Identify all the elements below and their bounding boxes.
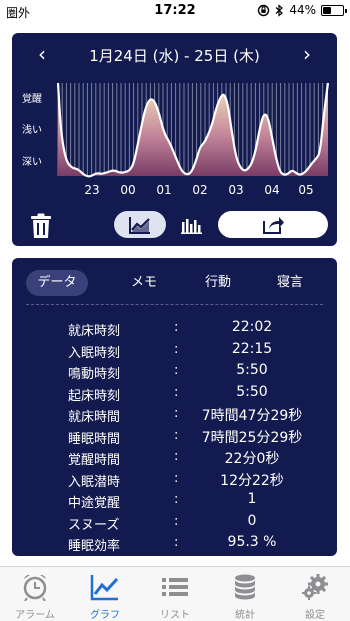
date-range-title: 1月24日 (水) - 25日 (木) xyxy=(89,47,260,65)
alarm-clock-icon xyxy=(23,574,47,601)
tabbar-settings-label: 設定 xyxy=(305,610,325,621)
bar-chart-button[interactable] xyxy=(172,211,212,238)
stat-label: 入眠潜時 xyxy=(68,474,121,490)
bluetooth-icon xyxy=(275,3,284,17)
stat-value: 12分22秒 xyxy=(220,472,284,489)
x-label-04: 04 xyxy=(264,183,280,197)
stat-label: 睡眠効率 xyxy=(68,539,121,554)
tabbar-list-label: リスト xyxy=(160,610,190,621)
stat-label: 中途覚醒 xyxy=(68,496,121,511)
line-chart-icon xyxy=(129,216,150,234)
stat-value: 7時間47分29秒 xyxy=(201,408,303,424)
stat-value: 0 xyxy=(247,512,257,529)
stat-label: 就床時刻 xyxy=(68,324,121,339)
share-button[interactable] xyxy=(218,211,328,238)
x-label-03: 03 xyxy=(228,183,244,197)
stat-row: 就床時刻: 22:02 xyxy=(12,318,337,340)
stat-label: 鳴動時刻 xyxy=(68,367,121,382)
stat-row: 就床時間: 7時間47分29秒 xyxy=(12,404,337,426)
tab-sleep-talk[interactable]: 寝言 xyxy=(266,270,314,296)
tabbar-stats-label: 統計 xyxy=(235,610,255,621)
stat-row: 入眠時刻: 22:15 xyxy=(12,340,337,362)
tabbar-alarm[interactable]: アラーム xyxy=(0,567,70,621)
trash-icon[interactable] xyxy=(30,213,52,239)
date-navigator: ‹ 1月24日 (水) - 25日 (木) › xyxy=(12,43,337,67)
stat-label: スヌーズ xyxy=(68,517,120,533)
stat-value: 5:50 xyxy=(236,383,268,400)
stat-colon: : xyxy=(174,320,179,335)
sleep-stats-list: 就床時刻: 22:02 入眠時刻: 22:15 鳴動時刻: 5:50 起床時刻: 5:50 就床… xyxy=(12,318,337,555)
gear-icon xyxy=(302,574,328,600)
stat-label: 入眠時刻 xyxy=(68,345,121,361)
stat-row: 睡眠効率: 95.3 % xyxy=(12,533,337,555)
tabbar-stats[interactable]: 統計 xyxy=(210,567,280,621)
x-label-05: 05 xyxy=(298,183,314,197)
x-label-02: 02 xyxy=(192,183,208,197)
tabbar-graph[interactable]: グラフ xyxy=(70,567,140,621)
graph-controls xyxy=(12,211,337,241)
tabbar-settings[interactable]: 設定 xyxy=(280,567,350,621)
graph-icon xyxy=(90,575,119,601)
stat-value: 7時間25分29秒 xyxy=(201,429,303,446)
stat-row: 鳴動時刻: 5:50 xyxy=(12,361,337,383)
stat-colon: : xyxy=(174,492,179,507)
tab-action[interactable]: 行動 xyxy=(194,270,242,296)
stat-colon: : xyxy=(174,513,179,529)
tab-memo[interactable]: メモ xyxy=(120,270,168,296)
stat-label: 睡眠時間 xyxy=(68,431,121,447)
status-bar: 圏外 17:22 44% xyxy=(0,0,350,22)
stat-colon: : xyxy=(174,470,179,486)
rotation-lock-icon xyxy=(258,4,270,16)
stat-value: 22:02 xyxy=(231,319,273,335)
bar-chart-icon xyxy=(181,218,202,234)
stat-row: スヌーズ: 0 xyxy=(12,512,337,534)
tabbar-alarm-label: アラーム xyxy=(15,610,55,621)
stat-label: 就床時間 xyxy=(68,410,121,425)
stat-row: 睡眠時間: 7時間25分29秒 xyxy=(12,426,337,448)
x-label-23: 23 xyxy=(84,183,100,197)
tabbar-graph-label: グラフ xyxy=(90,610,120,621)
stat-colon: : xyxy=(174,406,179,421)
sleep-curve xyxy=(56,82,330,178)
detail-tabs: データ メモ 行動 寝言 xyxy=(12,270,337,296)
battery-percent: 44% xyxy=(289,3,316,17)
stat-row: 中途覚醒: 1 xyxy=(12,490,337,512)
list-icon xyxy=(162,578,188,596)
stat-value: 22分0秒 xyxy=(224,451,280,467)
chart-type-toggle xyxy=(114,211,218,238)
database-icon xyxy=(235,574,255,600)
sleep-data-panel: データ メモ 行動 寝言 就床時刻: 22:02 入眠時刻: 22:15 鳴動時刻: 5:… xyxy=(12,258,337,556)
tabbar-list[interactable]: リスト xyxy=(140,567,210,621)
battery-icon xyxy=(321,4,347,16)
stat-row: 覚醒時間: 22分0秒 xyxy=(12,447,337,469)
stat-colon: : xyxy=(174,363,179,378)
stat-colon: : xyxy=(174,384,179,400)
stat-colon: : xyxy=(174,341,179,357)
stat-colon: : xyxy=(174,535,179,550)
x-label-01: 01 xyxy=(156,183,172,197)
stat-value: 95.3 % xyxy=(227,534,277,550)
stat-row: 起床時刻: 5:50 xyxy=(12,383,337,405)
x-label-00: 00 xyxy=(120,183,136,197)
tab-divider xyxy=(26,304,323,305)
stat-label: 覚醒時間 xyxy=(68,453,121,468)
stat-value: 5:50 xyxy=(236,362,268,378)
stat-value: 1 xyxy=(247,491,257,507)
stat-colon: : xyxy=(174,427,179,443)
line-chart-button[interactable] xyxy=(114,211,166,238)
stat-row: 入眠潜時: 12分22秒 xyxy=(12,469,337,491)
share-icon xyxy=(263,216,284,234)
stat-colon: : xyxy=(174,449,179,464)
sleep-area xyxy=(58,83,328,177)
bottom-tab-bar: アラーム グラフ リスト 統計 設定 xyxy=(0,566,350,621)
stat-value: 22:15 xyxy=(231,340,273,357)
status-right: 44% xyxy=(257,3,347,17)
sleep-graph-panel: ‹ 1月24日 (水) - 25日 (木) › 覚醒 浅い 深い 23 00 0… xyxy=(12,33,337,246)
stat-label: 起床時刻 xyxy=(68,388,121,404)
tab-data[interactable]: データ xyxy=(26,270,88,296)
next-day-button[interactable]: › xyxy=(303,43,311,65)
